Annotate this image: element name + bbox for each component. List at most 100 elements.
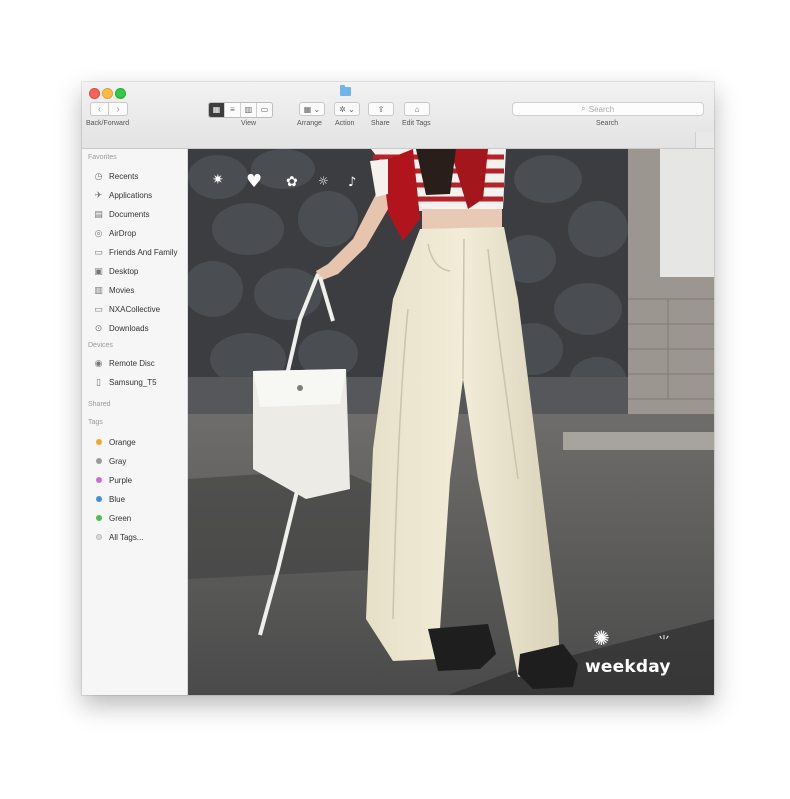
action-button[interactable]: ✲ ⌄ xyxy=(334,102,360,116)
sidebar-tag-all-tags[interactable]: All Tags... xyxy=(93,530,188,544)
edit-tags-label: Edit Tags xyxy=(402,120,431,127)
action-label: Action xyxy=(335,120,355,127)
back-arrow-icon[interactable]: ‹ xyxy=(90,102,109,116)
sidebar-item-label: AirDrop xyxy=(109,228,137,238)
folder-icon: ▭ xyxy=(94,246,103,257)
close-window-button[interactable] xyxy=(89,88,100,99)
bag-clasp-icon xyxy=(297,385,303,391)
sidebar-item-recents[interactable]: ◷ Recents xyxy=(93,169,188,183)
sidebar-item-remote-disc[interactable]: ◉ Remote Disc xyxy=(93,356,188,370)
sidebar-item-label: Remote Disc xyxy=(109,358,155,368)
sidebar-tag-orange[interactable]: Orange xyxy=(93,435,188,449)
arrange-button[interactable]: ▦ ⌄ xyxy=(299,102,325,116)
sidebar-item-desktop[interactable]: ▣ Desktop xyxy=(93,264,188,278)
content-area: ✷ ♥ ✿ ☼ ♪ ✺ ⺌ weekday xyxy=(188,149,714,695)
edit-tags-button[interactable]: ⌂ xyxy=(404,102,430,116)
search-icon: ⌕ xyxy=(581,104,586,113)
sidebar-section-tags: Tags xyxy=(88,419,103,426)
sidebar-item-label: Blue xyxy=(109,494,126,504)
forward-arrow-icon[interactable]: › xyxy=(109,102,128,116)
search-label: Search xyxy=(596,120,619,127)
tag-dot-icon xyxy=(96,515,102,521)
share-label: Share xyxy=(371,120,390,127)
sidebar-item-downloads[interactable]: ⊙ Downloads xyxy=(93,321,188,335)
sidebar-item-label: All Tags... xyxy=(109,532,144,542)
sidebar-item-samsung-t5[interactable]: ▯ Samsung_T5 xyxy=(93,375,188,389)
back-forward-control: ‹ › xyxy=(90,102,130,116)
sidebar-item-documents[interactable]: ▤ Documents xyxy=(93,207,188,221)
airdrop-icon: ◎ xyxy=(94,227,103,238)
sidebar-item-label: Applications xyxy=(109,190,153,200)
disk-icon: ▯ xyxy=(96,376,101,387)
sidebar-tag-green[interactable]: Green xyxy=(93,511,188,525)
finder-window: ‹ › Back/Forward ▦ ≡ ▥ ▭ View ▦ ⌄ Arrang… xyxy=(82,82,714,695)
sidebar-item-label: Desktop xyxy=(109,266,139,276)
tag-icon: ⌂ xyxy=(414,105,420,114)
sidebar-item-nxacollective[interactable]: ▭ NXACollective xyxy=(93,302,188,316)
sidebar-tag-gray[interactable]: Gray xyxy=(93,454,188,468)
sidebar-item-label: Documents xyxy=(109,209,150,219)
sidebar-item-label: Friends And Family xyxy=(109,247,178,257)
fashion-photo: ✷ ♥ ✿ ☼ ♪ ✺ ⺌ xyxy=(188,149,714,695)
column-view-icon[interactable]: ▥ xyxy=(241,103,257,117)
sidebar-item-label: Downloads xyxy=(109,323,149,333)
arrange-label: Arrange xyxy=(297,120,322,127)
sidebar-tag-purple[interactable]: Purple xyxy=(93,473,188,487)
sidebar: Favorites ◷ Recents ✈ Applications ▤ Doc… xyxy=(82,149,188,695)
view-label: View xyxy=(241,120,257,127)
drain-grate xyxy=(563,432,714,450)
chevron-down-icon: ⌄ xyxy=(345,105,355,114)
sidebar-item-applications[interactable]: ✈ Applications xyxy=(93,188,188,202)
sparkle-icon: ✺ xyxy=(593,626,610,650)
sidebar-item-label: Purple xyxy=(109,475,133,485)
sidebar-item-airdrop[interactable]: ◎ AirDrop xyxy=(93,226,188,240)
sidebar-item-friends-and-family[interactable]: ▭ Friends And Family xyxy=(93,245,188,259)
sidebar-section-devices: Devices xyxy=(88,342,113,349)
grass-icon: ⺌ xyxy=(658,634,670,648)
gear-icon: ✲ xyxy=(339,105,346,114)
folder-icon: ▭ xyxy=(94,303,103,314)
sidebar-item-label: Gray xyxy=(109,456,127,466)
applications-icon: ✈ xyxy=(94,189,103,200)
zoom-window-button[interactable] xyxy=(115,88,126,99)
documents-icon: ▤ xyxy=(94,208,103,219)
sidebar-item-label: Movies xyxy=(109,285,135,295)
chevron-down-icon: ⌄ xyxy=(311,105,321,114)
sidebar-item-label: Samsung_T5 xyxy=(109,377,157,387)
title-folder-icon xyxy=(340,85,351,96)
back-forward-label: Back/Forward xyxy=(86,120,130,127)
sidebar-section-favorites: Favorites xyxy=(88,154,117,161)
sidebar-tag-blue[interactable]: Blue xyxy=(93,492,188,506)
tag-dot-icon xyxy=(96,496,102,502)
tag-dot-icon xyxy=(96,477,102,483)
disc-icon: ◉ xyxy=(94,357,103,368)
brand-watermark: weekday xyxy=(585,657,671,677)
sidebar-item-label: Green xyxy=(109,513,132,523)
tag-dot-icon xyxy=(96,439,102,445)
view-mode-control: ▦ ≡ ▥ ▭ xyxy=(208,102,273,118)
heart-icon: ♥ xyxy=(246,171,262,192)
gallery-view-icon[interactable]: ▭ xyxy=(257,103,272,117)
sun-icon: ☼ xyxy=(318,174,329,188)
sidebar-item-label: NXACollective xyxy=(109,304,161,314)
tag-dot-icon xyxy=(96,534,102,540)
sidebar-item-movies[interactable]: ▥ Movies xyxy=(93,283,188,297)
clock-icon: ◷ xyxy=(94,170,103,181)
downloads-icon: ⊙ xyxy=(94,322,103,333)
music-note-icon: ♪ xyxy=(348,175,356,190)
sparkle-icon: ✷ xyxy=(212,172,224,188)
toolbar: ‹ › Back/Forward ▦ ≡ ▥ ▭ View ▦ ⌄ Arrang… xyxy=(82,82,714,149)
sidebar-item-label: Orange xyxy=(109,437,136,447)
minimize-window-button[interactable] xyxy=(102,88,113,99)
search-input[interactable] xyxy=(588,104,635,114)
sidebar-item-label: Recents xyxy=(109,171,139,181)
list-view-icon[interactable]: ≡ xyxy=(225,103,241,117)
share-button[interactable]: ⇪ xyxy=(368,102,394,116)
movies-icon: ▥ xyxy=(94,284,103,295)
icon-view-icon[interactable]: ▦ xyxy=(209,103,225,117)
tag-dot-icon xyxy=(96,458,102,464)
building-window xyxy=(660,149,714,277)
scrollbar-corner xyxy=(695,132,714,148)
search-field[interactable]: ⌕ xyxy=(512,102,704,116)
desktop-icon: ▣ xyxy=(94,265,103,276)
